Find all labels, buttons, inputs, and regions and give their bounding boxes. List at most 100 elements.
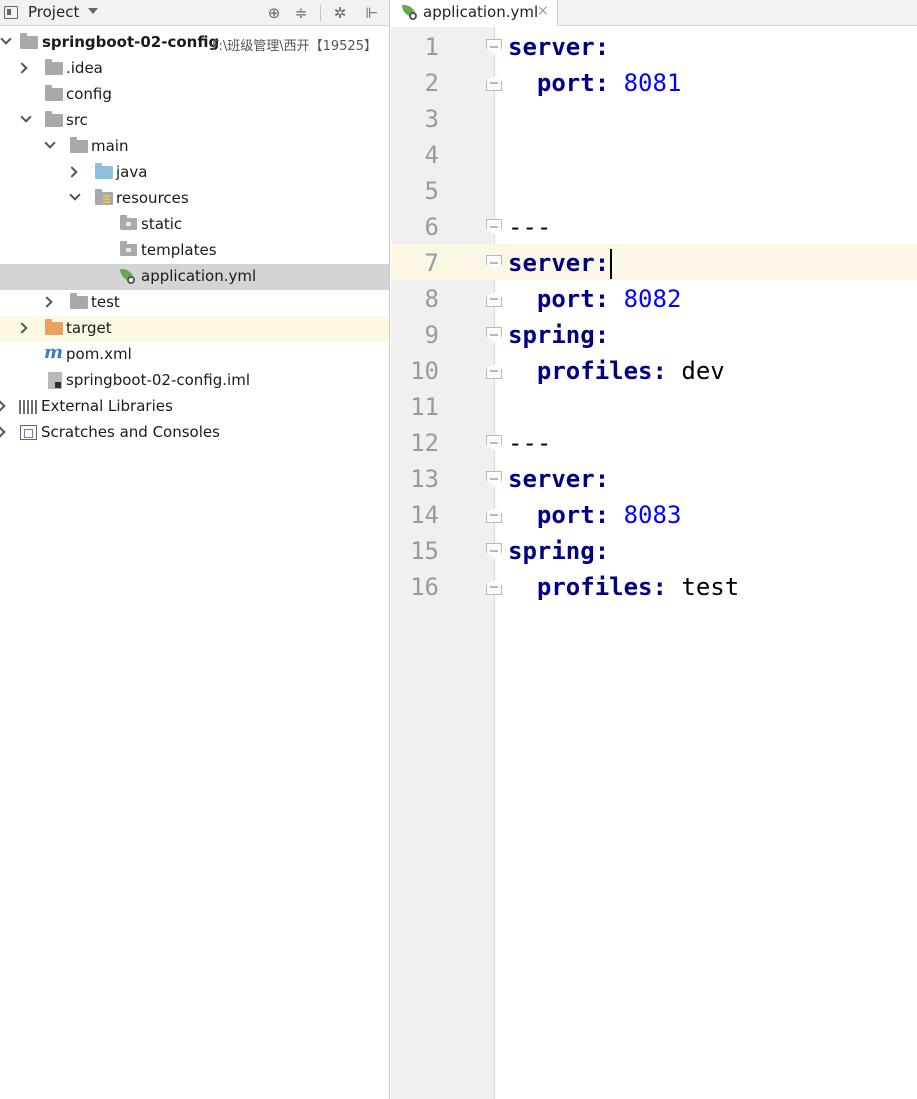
- text-caret: [610, 249, 613, 279]
- project-view-selector[interactable]: Project: [28, 3, 79, 21]
- yaml-key: profiles: [536, 573, 653, 601]
- locate-icon[interactable]: ⊕: [264, 3, 284, 23]
- yaml-key: server: [508, 249, 595, 277]
- maven-icon: m: [44, 342, 64, 363]
- tree-item-config[interactable]: config: [0, 82, 389, 108]
- tree-item-label: External Libraries: [41, 397, 173, 415]
- tree-item-main[interactable]: main: [0, 134, 389, 160]
- folder-icon: [120, 241, 137, 256]
- tree-item-path: F:\班级管理\西开【19525】: [212, 39, 377, 54]
- tree-item-label: src: [66, 111, 88, 129]
- yaml-colon: :: [594, 285, 624, 313]
- chevron-down-icon[interactable]: [69, 189, 81, 201]
- line-number: 9: [424, 321, 439, 349]
- tree-item-static[interactable]: static: [0, 212, 389, 238]
- code-line[interactable]: profiles: dev: [508, 353, 725, 389]
- tree-item-src[interactable]: src: [0, 108, 389, 134]
- yaml-colon: :: [594, 249, 610, 277]
- yaml-key: spring: [508, 321, 595, 349]
- hide-panel-icon[interactable]: ⊩: [362, 3, 382, 23]
- tree-item-label: main: [91, 137, 129, 155]
- folder-icon: [45, 85, 63, 101]
- chevron-right-icon[interactable]: [66, 166, 78, 178]
- toolbar-divider: [320, 5, 321, 21]
- line-number: 8: [424, 285, 439, 313]
- line-number: 12: [410, 429, 439, 457]
- line-number: 2: [424, 69, 439, 97]
- code-line[interactable]: port: 8082: [508, 281, 682, 317]
- yaml-colon: :: [594, 321, 610, 349]
- chevron-right-icon[interactable]: [41, 296, 53, 308]
- code-line[interactable]: profiles: test: [508, 569, 739, 605]
- tree-item-label: target: [66, 319, 112, 337]
- chevron-down-icon[interactable]: [0, 33, 12, 45]
- code-line[interactable]: ---: [508, 425, 551, 461]
- yaml-value: 8083: [623, 501, 682, 529]
- line-number: 15: [410, 537, 439, 565]
- code-line[interactable]: port: 8081: [508, 65, 682, 101]
- spring-yaml-file-icon: [401, 5, 419, 20]
- gear-icon[interactable]: ✲: [330, 3, 350, 23]
- module-file-icon: [48, 372, 62, 389]
- chevron-right-icon[interactable]: [16, 62, 28, 74]
- chevron-right-icon[interactable]: [16, 322, 28, 334]
- line-number: 4: [424, 141, 439, 169]
- resources-folder-icon: [95, 189, 113, 205]
- code-line[interactable]: spring:: [508, 317, 609, 353]
- folder-icon: [120, 215, 137, 230]
- tree-item-templates[interactable]: templates: [0, 238, 389, 264]
- tree-item-idea[interactable]: .idea: [0, 56, 389, 82]
- yaml-value: dev: [681, 357, 725, 385]
- yaml-key: server: [508, 33, 595, 61]
- code-line[interactable]: port: 8083: [508, 497, 682, 533]
- yaml-colon: :: [594, 537, 610, 565]
- yaml-value: test: [681, 573, 740, 601]
- tree-item-iml[interactable]: springboot-02-config.iml: [0, 368, 389, 394]
- tree-item-label: config: [66, 85, 112, 103]
- tree-item-scratches[interactable]: Scratches and Consoles: [0, 420, 389, 446]
- chevron-down-icon[interactable]: [20, 111, 32, 123]
- module-folder-icon: [20, 33, 38, 49]
- yaml-colon: :: [594, 465, 610, 493]
- tree-item-pom-xml[interactable]: m pom.xml: [0, 342, 389, 368]
- code-line[interactable]: server:: [508, 29, 609, 65]
- line-number: 13: [410, 465, 439, 493]
- chevron-right-icon[interactable]: [0, 400, 6, 412]
- tree-item-application-yml[interactable]: application.yml: [0, 264, 389, 290]
- tree-item-label: test: [91, 293, 120, 311]
- tree-item-external-libraries[interactable]: External Libraries: [0, 394, 389, 420]
- tree-item-java[interactable]: java: [0, 160, 389, 186]
- yaml-colon: :: [652, 357, 682, 385]
- code-line[interactable]: server:: [508, 245, 613, 281]
- scratches-icon: [20, 425, 37, 440]
- chevron-down-icon[interactable]: [88, 8, 98, 14]
- yaml-colon: :: [594, 69, 624, 97]
- code-line[interactable]: spring:: [508, 533, 609, 569]
- yaml-value: 8082: [623, 285, 682, 313]
- spring-yaml-file-icon: [119, 269, 137, 284]
- yaml-key: port: [536, 69, 595, 97]
- chevron-right-icon[interactable]: [0, 426, 6, 438]
- folder-icon: [70, 293, 88, 309]
- yaml-key: port: [536, 285, 595, 313]
- tree-item-springboot-02-config[interactable]: springboot-02-config F:\班级管理\西开【19525】: [0, 30, 389, 56]
- tree-item-target[interactable]: target: [0, 316, 389, 342]
- tree-item-label: Scratches and Consoles: [41, 423, 220, 441]
- tree-item-test[interactable]: test: [0, 290, 389, 316]
- yaml-key: port: [536, 501, 595, 529]
- tree-item-resources[interactable]: resources: [0, 186, 389, 212]
- chevron-down-icon[interactable]: [44, 137, 56, 149]
- line-number: 1: [424, 33, 439, 61]
- tree-item-label: .idea: [66, 59, 103, 77]
- current-line-highlight: [391, 244, 917, 280]
- tab-application-yml[interactable]: application.yml ×: [391, 0, 558, 26]
- yaml-colon: :: [594, 501, 624, 529]
- code-line[interactable]: server:: [508, 461, 609, 497]
- code-line[interactable]: ---: [508, 209, 551, 245]
- close-icon[interactable]: ×: [537, 3, 549, 19]
- yaml-value: 8081: [623, 69, 682, 97]
- tree-item-label: springboot-02-config.iml: [66, 371, 250, 389]
- line-number: 16: [410, 573, 439, 601]
- line-number: 14: [410, 501, 439, 529]
- collapse-all-icon[interactable]: ≑: [291, 3, 311, 23]
